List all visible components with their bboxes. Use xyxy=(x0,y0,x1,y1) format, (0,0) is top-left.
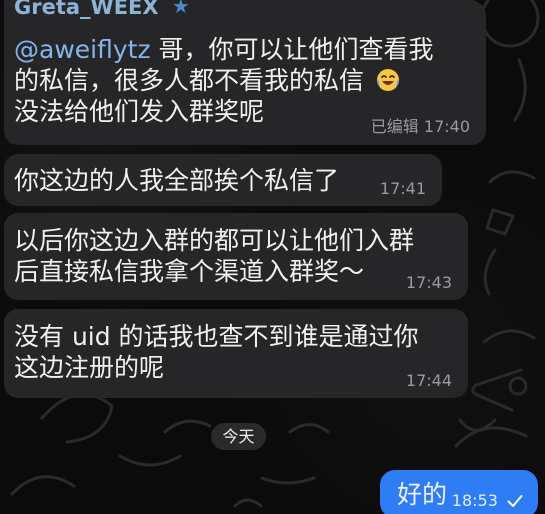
message-text: 好的 xyxy=(397,480,448,509)
message-text-line: 的私信，很多人都不看我的私信 xyxy=(14,66,365,95)
check-icon xyxy=(507,495,523,507)
message-meta: 18:53 xyxy=(452,491,523,510)
star-badge-icon: ★ xyxy=(171,0,190,18)
message-timestamp: 17:40 xyxy=(423,117,470,136)
outgoing-message-bubble[interactable]: 好的 18:53 xyxy=(380,470,538,514)
message-text-line: 后直接私信我拿个渠道入群奖～ xyxy=(14,257,365,286)
sender-name-text: Greta_WEEX xyxy=(14,0,159,19)
chat-window: Greta_WEEX ★ @aweiflytz 哥，你可以让他们查看我 的私信，… xyxy=(0,0,545,514)
incoming-message-bubble[interactable]: 以后你这边入群的都可以让他们入群 后直接私信我拿个渠道入群奖～ 17:43 xyxy=(4,213,468,300)
message-text: 你这边的人我全部挨个私信了 xyxy=(14,166,340,195)
incoming-message-bubble[interactable]: 你这边的人我全部挨个私信了 17:41 xyxy=(4,154,442,206)
message-timestamp: 17:44 xyxy=(405,371,452,390)
incoming-message-bubble[interactable]: 没有 uid 的话我也查不到谁是通过你 这边注册的呢 17:44 xyxy=(4,309,468,398)
message-timestamp: 17:43 xyxy=(405,273,452,292)
message-text: 没有 uid 的话我也查不到谁是通过你 这边注册的呢 xyxy=(14,321,444,383)
message-timestamp: 18:53 xyxy=(451,491,498,510)
edited-label: 已编辑 xyxy=(370,117,419,136)
incoming-message-bubble[interactable]: Greta_WEEX ★ @aweiflytz 哥，你可以让他们查看我 的私信，… xyxy=(4,0,486,145)
message-text-line: 哥，你可以让他们查看我 xyxy=(150,35,434,64)
message-text-line: 没有 uid 的话我也查不到谁是通过你 xyxy=(14,322,419,351)
user-mention-link[interactable]: @aweiflytz xyxy=(14,35,151,64)
message-meta: 已编辑 17:40 xyxy=(371,113,470,137)
message-text-line: 以后你这边入群的都可以让他们入群 xyxy=(14,226,415,255)
message-timestamp: 17:41 xyxy=(379,179,426,198)
sender-name[interactable]: Greta_WEEX ★ xyxy=(14,0,190,19)
message-text: 以后你这边入群的都可以让他们入群 后直接私信我拿个渠道入群奖～ xyxy=(14,225,434,287)
laughing-crying-emoji-icon xyxy=(376,69,399,91)
date-separator: 今天 xyxy=(211,423,266,450)
message-text-line: 没法给他们发入群奖呢 xyxy=(14,97,265,126)
message-text-line: 这边注册的呢 xyxy=(14,353,165,382)
